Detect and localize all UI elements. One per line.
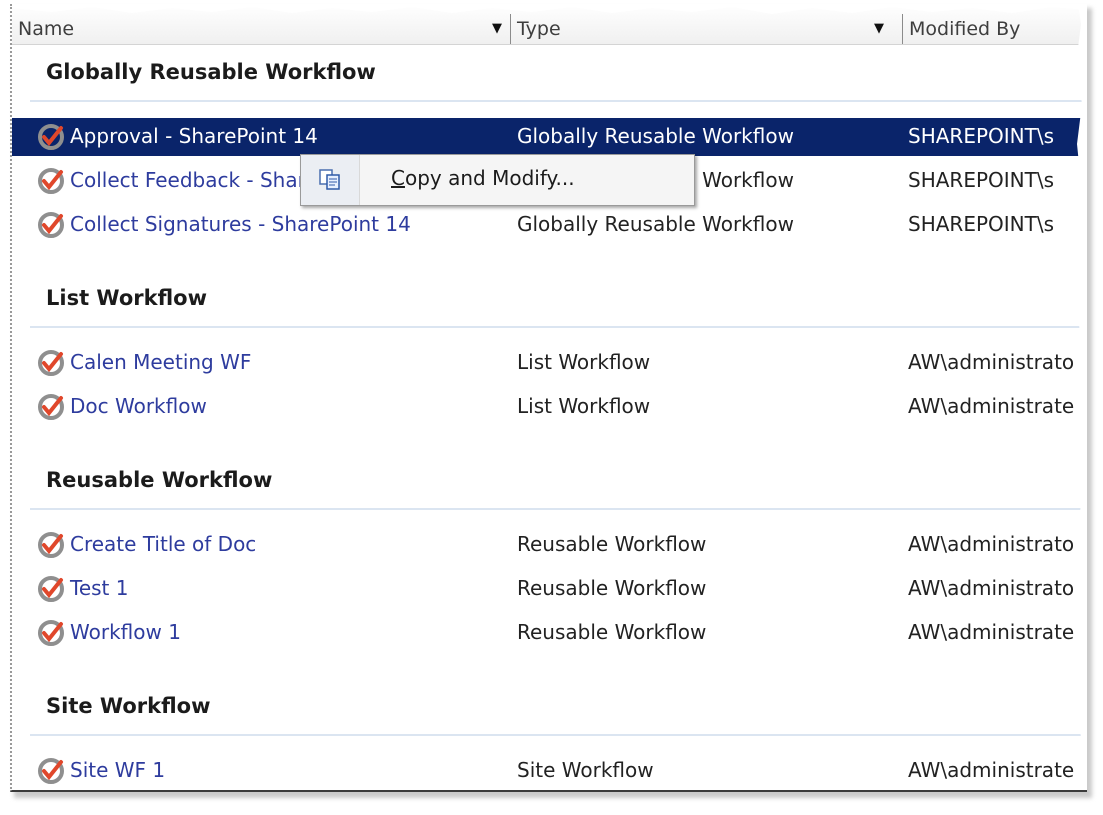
workflow-modified-by: AW\administrate [908,758,1075,782]
workflow-row-test-1[interactable]: Test 1 Reusable Workflow AW\administrato [12,570,1087,608]
workflow-modified-by: AW\administrato [908,576,1075,600]
workflow-type: List Workflow [517,350,651,374]
workflow-row-doc-workflow[interactable]: Doc Workflow List Workflow AW\administra… [12,388,1087,426]
column-header-name-label: Name [18,18,75,40]
workflow-row-collect-signatures[interactable]: Collect Signatures - SharePoint 14 Globa… [12,206,1087,244]
workflow-name-link[interactable]: Site WF 1 [70,758,165,782]
column-header-name[interactable]: Name ▼ [12,14,510,44]
workflow-row-create-title[interactable]: Create Title of Doc Reusable Workflow AW… [12,526,1087,564]
sort-dropdown-arrow-icon[interactable]: ▼ [874,14,884,44]
torn-edge-top [12,4,1087,14]
workflow-icon [38,620,64,646]
workflow-name-link[interactable]: Approval - SharePoint 14 [70,124,318,148]
workflow-modified-by: AW\administrato [908,532,1075,556]
workflow-type: Site Workflow [517,758,654,782]
workflow-icon [38,758,64,784]
copy-and-modify-menu-item[interactable]: Copy and Modify... [391,166,575,190]
torn-edge-right [1076,4,1087,790]
sort-dropdown-arrow-icon[interactable]: ▼ [492,14,502,44]
workflow-row-site-wf-1[interactable]: Site WF 1 Site Workflow AW\administrate [12,752,1087,790]
column-header-modified-by-label: Modified By [909,18,1021,40]
workflow-icon [38,350,64,376]
group-divider [30,326,1087,328]
workflow-type: Globally Reusable Workflow [517,212,794,236]
workflow-icon [38,124,64,150]
group-divider [30,734,1087,736]
workflow-modified-by: SHAREPOINT\s [908,168,1054,192]
workflow-icon [38,532,64,558]
workflow-modified-by: SHAREPOINT\s [908,124,1054,148]
workflow-icon [38,394,64,420]
column-header-type-label: Type [517,18,561,40]
workflow-list-sheet: Name ▼ Type ▼ Modified By Globally Reusa… [10,4,1087,792]
group-title-list-workflow: List Workflow [46,286,207,310]
workflow-icon [38,576,64,602]
workflow-name-link[interactable]: Create Title of Doc [70,532,256,556]
column-header-modified-by[interactable]: Modified By [902,14,1087,44]
context-menu-icon-column [301,155,360,205]
context-menu: Copy and Modify... [300,154,695,206]
group-title-reusable-workflow: Reusable Workflow [46,468,273,492]
workflow-modified-by: SHAREPOINT\s [908,212,1054,236]
workflow-modified-by: AW\administrate [908,394,1075,418]
workflow-modified-by: AW\administrate [908,620,1075,644]
workflow-name-link[interactable]: Test 1 [70,576,128,600]
group-title-site-workflow: Site Workflow [46,694,211,718]
menu-item-label: opy and Modify... [404,166,575,190]
workflow-name-link[interactable]: Doc Workflow [70,394,207,418]
workflow-type: Reusable Workflow [517,620,707,644]
workflow-name-link[interactable]: Workflow 1 [70,620,181,644]
workflow-type: Reusable Workflow [517,576,707,600]
workflow-icon [38,168,64,194]
workflow-row-approval[interactable]: Approval - SharePoint 14 Globally Reusab… [12,118,1087,156]
workflow-row-workflow-1[interactable]: Workflow 1 Reusable Workflow AW\administ… [12,614,1087,652]
workflow-type: Reusable Workflow [517,532,707,556]
workflow-row-calen-meeting[interactable]: Calen Meeting WF List Workflow AW\admini… [12,344,1087,382]
workflow-type: Globally Reusable Workflow [517,124,794,148]
column-header-type[interactable]: Type ▼ [510,14,892,44]
group-divider [30,100,1087,102]
group-divider [30,508,1087,510]
copy-icon [319,169,340,190]
workflow-modified-by: AW\administrato [908,350,1075,374]
group-title-globally-reusable: Globally Reusable Workflow [46,60,376,84]
workflow-type: List Workflow [517,394,651,418]
workflow-name-link[interactable]: Collect Signatures - SharePoint 14 [70,212,411,236]
accelerator-letter: C [391,166,405,190]
workflow-name-link[interactable]: Calen Meeting WF [70,350,251,374]
workflow-icon [38,212,64,238]
